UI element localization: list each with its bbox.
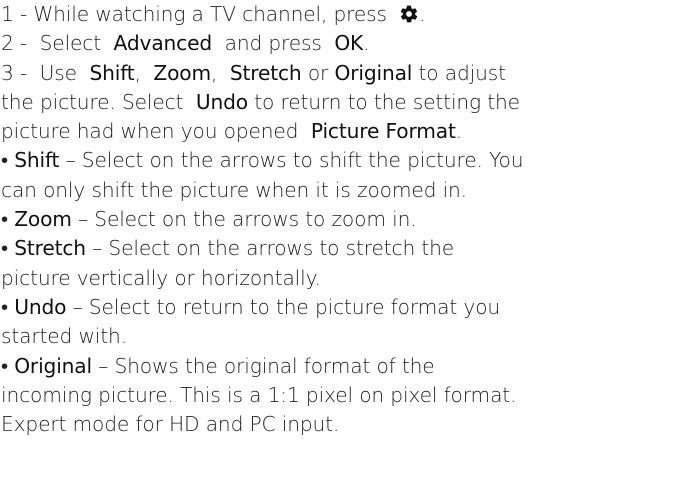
bullet-zoom-text: – Select on the arrows to zoom in. [71, 207, 417, 232]
bullet-stretch-text-2: picture vertically or horizontally. [1, 265, 321, 290]
step-2-end: . [363, 31, 370, 56]
step-3-line-3: picture had when you opened Picture Form… [1, 117, 676, 146]
step-3-prefix: 3 - Use [1, 60, 90, 85]
bullet-dot: • [1, 148, 15, 173]
shift-term: Shift [89, 60, 135, 85]
step-2: 2 - Select Advanced and press OK. [1, 29, 676, 58]
bullet-dot: • [1, 353, 15, 378]
bullet-original-line-2: incoming picture. This is a 1:1 pixel on… [1, 381, 676, 410]
zoom-term: Zoom [153, 60, 211, 85]
step-2-prefix: 2 - Select [1, 31, 114, 56]
bullet-undo-text: – Select to return to the picture format… [66, 294, 501, 319]
bullet-stretch-term: Stretch [14, 236, 86, 261]
picture-format-term: Picture Format [310, 119, 456, 144]
bullet-original-text: – Shows the original format of the [91, 353, 435, 378]
advanced-term: Advanced [113, 31, 213, 56]
bullet-shift-term: Shift [14, 148, 60, 173]
bullet-dot: • [1, 294, 15, 319]
step-3-line-2-b: to return to the setting the [248, 89, 520, 114]
instructions-document: 1 - While watching a TV channel, press .… [0, 0, 676, 503]
bullet-zoom-line-1: • Zoom – Select on the arrows to zoom in… [1, 205, 676, 234]
bullet-undo-text-2: started with. [1, 324, 127, 349]
step-3-line-1: 3 - Use Shift, Zoom, Stretch or Original… [1, 59, 676, 88]
step-3-line-3-a: picture had when you opened [1, 119, 311, 144]
step-1-text: 1 - While watching a TV channel, press [1, 2, 394, 26]
bullet-stretch-line-2: picture vertically or horizontally. [1, 264, 676, 293]
bullet-original-text-2: incoming picture. This is a 1:1 pixel on… [1, 382, 517, 407]
bullet-undo-line-2: started with. [1, 322, 676, 351]
step-3-sep-1: , [134, 60, 154, 85]
bullet-original-text-3: Expert mode for HD and PC input. [1, 412, 340, 437]
step-3-line-2: the picture. Select Undo to return to th… [1, 88, 676, 117]
bullet-stretch-text: – Select on the arrows to stretch the [85, 236, 455, 261]
step-1: 1 - While watching a TV channel, press . [1, 0, 676, 29]
bullet-dot: • [1, 207, 15, 232]
step-3-or: or [301, 60, 335, 85]
step-3-line-3-end: . [455, 119, 463, 144]
bullet-shift-text: – Select on the arrows to shift the pict… [59, 148, 524, 173]
step-3-sep-2: , [211, 60, 230, 85]
undo-term: Undo [195, 89, 248, 114]
step-2-mid: and press [212, 31, 335, 56]
step-3-line-2-a: the picture. Select [1, 89, 196, 114]
bullet-stretch-line-1: • Stretch – Select on the arrows to stre… [1, 234, 676, 263]
bullet-shift-text-2: can only shift the picture when it is zo… [1, 177, 467, 202]
ok-term: OK [334, 31, 364, 56]
bullet-undo-line-1: • Undo – Select to return to the picture… [1, 293, 676, 322]
bullet-shift-line-1: • Shift – Select on the arrows to shift … [1, 146, 676, 175]
bullet-zoom-term: Zoom [14, 207, 72, 232]
bullet-undo-term: Undo [14, 294, 67, 319]
step-3-tail: to adjust [412, 60, 507, 85]
stretch-term: Stretch [229, 60, 302, 85]
gear-icon [399, 4, 419, 24]
bullet-original-term: Original [14, 353, 92, 378]
bullet-shift-line-2: can only shift the picture when it is zo… [1, 176, 676, 205]
bullet-original-line-1: • Original – Shows the original format o… [1, 352, 676, 381]
original-term: Original [334, 60, 413, 85]
step-1-end: . [419, 2, 426, 26]
bullet-original-line-3: Expert mode for HD and PC input. [1, 410, 676, 439]
bullet-dot: • [1, 236, 15, 261]
